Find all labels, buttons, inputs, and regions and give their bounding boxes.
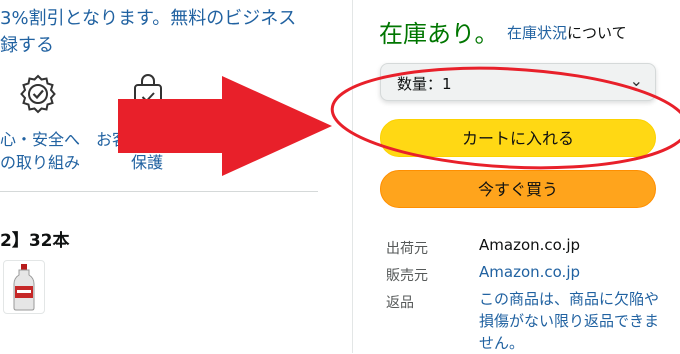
ships-from-label: 出荷元 [386, 241, 428, 257]
stock-info-link[interactable]: 在庫状況について [507, 22, 627, 43]
bottle-icon [13, 264, 35, 311]
column-divider [352, 0, 353, 353]
feature-safety-line1[interactable]: 心・安全へ [0, 128, 80, 152]
business-promo-line2[interactable]: 録する [0, 31, 54, 57]
returns-link[interactable]: この商品は、商品に欠陥や損傷がない限り返品できません。 [479, 288, 659, 354]
feature-privacy-line2[interactable]: 保護 [131, 151, 163, 175]
divider [0, 191, 318, 192]
business-promo-line1[interactable]: 3%割引となります。無料のビジネス [0, 4, 296, 30]
shopping-bag-icon [134, 74, 162, 112]
chevron-down-icon: ⌄ [629, 71, 643, 90]
add-to-cart-button[interactable]: カートに入れる [380, 119, 656, 157]
sold-by-label: 販売元 [386, 268, 428, 284]
product-thumbnail[interactable] [3, 260, 45, 314]
stock-link-suffix: について [567, 24, 627, 42]
quantity-value: 数量：1 [397, 75, 452, 93]
buy-now-button[interactable]: 今すぐ買う [380, 170, 656, 208]
product-title: 2】32本 [0, 231, 70, 251]
quantity-select[interactable]: 数量：1 ⌄ [380, 63, 656, 101]
sold-by-link[interactable]: Amazon.co.jp [479, 263, 580, 281]
feature-privacy-line1[interactable]: お客様情報の [96, 128, 192, 152]
stock-link-text[interactable]: 在庫状況 [507, 24, 567, 42]
stock-status: 在庫あり。 [379, 20, 499, 48]
returns-label: 返品 [386, 295, 414, 311]
feature-safety-line2[interactable]: の取り組み [0, 151, 80, 175]
shield-check-icon [20, 74, 56, 114]
ships-from-value: Amazon.co.jp [479, 236, 581, 254]
